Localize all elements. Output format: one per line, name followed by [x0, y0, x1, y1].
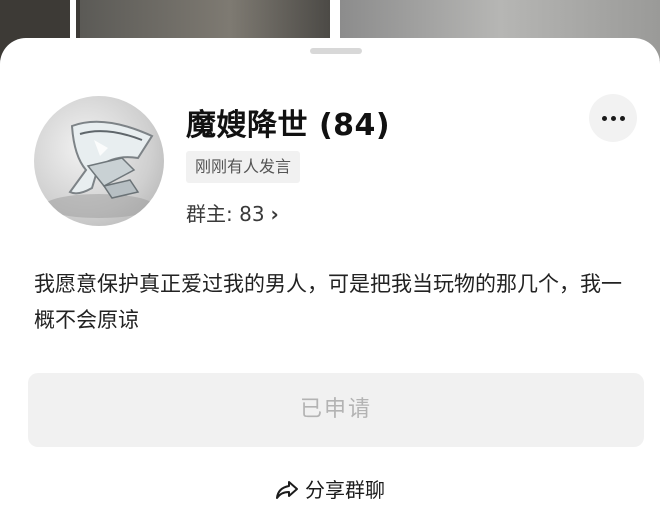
share-group-button[interactable]: 分享群聊	[0, 474, 660, 506]
share-group-label: 分享群聊	[305, 478, 385, 502]
more-options-button[interactable]	[589, 94, 637, 142]
group-description: 我愿意保护真正爱过我的男人，可是把我当玩物的那几个，我一概不会原谅	[34, 272, 622, 332]
glass-vase-image	[44, 120, 154, 218]
group-owner-label: 群主: 83	[186, 202, 265, 226]
share-arrow-icon	[275, 479, 299, 506]
applied-button[interactable]: 已申请	[28, 373, 644, 447]
group-name: 魔嫂降世 (84)	[186, 108, 391, 143]
more-dots-icon	[601, 115, 625, 121]
group-info-sheet: 魔嫂降世 (84) 刚刚有人发言 群主: 83 › 我愿意保护真正爱过我的男人，可…	[0, 38, 660, 512]
group-owner-link[interactable]: 群主: 83 ›	[186, 198, 279, 227]
chevron-right-icon: ›	[270, 202, 279, 226]
sheet-drag-handle[interactable]	[310, 48, 362, 54]
group-avatar[interactable]	[34, 96, 164, 226]
activity-tag: 刚刚有人发言	[186, 151, 301, 183]
